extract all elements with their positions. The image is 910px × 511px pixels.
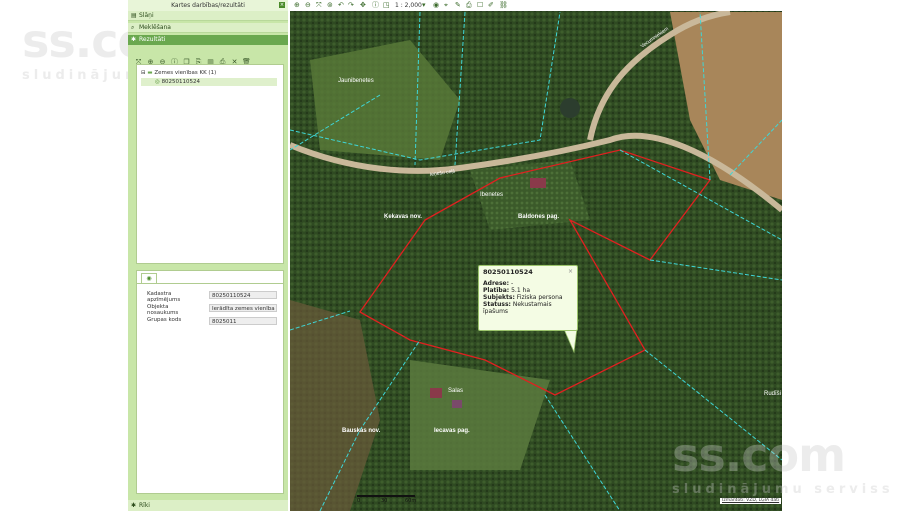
chevron-down-icon[interactable]: ▾ [422,1,426,10]
map-label: Rudīši [764,391,781,397]
tools-bar[interactable]: ✱ Rīki [128,500,288,511]
info-label: Kadastra apzīmējums [147,291,181,303]
scale-bar-label: 60m [405,498,417,504]
map-label: Jaunibenetes [338,78,374,84]
popup-label: Adrese: [483,280,510,287]
close-icon[interactable]: × [568,268,573,276]
building [530,178,546,188]
results-panel: Kartes darbības/rezultāti × ▤ Slāņi ⌕ Me… [128,0,288,511]
select-icon[interactable]: ◳ [383,1,390,10]
check-circle-icon: ◎ [155,79,160,85]
info-value: 80250110524 [209,291,277,299]
print-icon[interactable]: ⎙ [466,1,472,10]
accordion-layers[interactable]: ▤ Slāņi [128,11,288,21]
scale-select[interactable]: 1 : 2,000 [395,1,422,10]
info-icon[interactable]: ⓘ [372,1,379,10]
popup-value: - [510,280,514,287]
map-label: Ibenetes [480,192,503,198]
pond [560,98,580,118]
tree-item[interactable]: ◎ 80250110524 [141,78,277,86]
link-icon[interactable]: ⛓ [499,1,508,10]
map-toolbar: ⊕ ⊖ ⤧ ⊚ ↶ ↷ ✥ ⓘ ◳ 1 : 2,000 ▾ ◉ ⌖ ✎ ⎙ ☐ … [290,0,782,11]
scale-bar-label: 0 [357,498,361,504]
accordion-label: Slāņi [139,12,154,19]
popup-title: 80250110524 [483,268,533,276]
tree-item-label: 80250110524 [161,79,201,85]
tree-group-label: Zemes vienības KK (1) [154,70,217,76]
layers-icon: ▤ [131,12,137,19]
undo-icon[interactable]: ↶ [338,1,344,10]
search-icon: ⌕ [131,24,135,31]
parcel-popup: 80250110524 × Adrese: - Platība: 5.1 ha … [478,265,578,331]
accordion-label: Rezultāti [139,36,166,43]
building [430,388,442,398]
map-attribution[interactable]: Izmantoti: VZD, LĢIA dati [720,498,782,504]
pin-icon: ✱ [131,502,137,509]
map-label: Baldones pag. [518,214,559,220]
info-label: Grupas kods [147,317,182,323]
map-view[interactable]: ⊕ ⊖ ⤧ ⊚ ↶ ↷ ✥ ⓘ ◳ 1 : 2,000 ▾ ◉ ⌖ ✎ ⎙ ☐ … [290,0,782,511]
accordion-results[interactable]: ✱ Rezultāti [128,35,288,45]
map-canvas[interactable]: Jaunibenetes Ibenetes Ķekavas nov. Baldo… [290,0,782,511]
zoom-in-icon[interactable]: ⊕ [294,1,300,10]
popup-value: 5.1 ha [511,287,531,294]
popup-value: Fiziska persona [516,294,563,301]
accordion-label: Meklēšana [139,24,171,31]
popup-line: Statuss: Nekustamais īpašums [483,301,573,315]
collapse-icon[interactable]: ⊟ [141,70,146,76]
bookmark-icon[interactable]: ☐ [477,1,483,10]
scale-bar-line [357,495,415,497]
accordion-search[interactable]: ⌕ Meklēšana [128,23,288,33]
popup-label: Platība: [483,287,510,294]
info-tab-icon: ◉ [146,275,152,282]
redo-icon[interactable]: ↷ [348,1,354,10]
building [452,400,462,408]
panel-title: Kartes darbības/rezultāti [128,0,288,11]
zoom-out-icon[interactable]: ⊖ [305,1,311,10]
scale-bar: 0 30 60m [357,495,417,504]
folder-icon: ▬ [147,70,153,76]
tree-group[interactable]: ⊟ ▬ Zemes vienības KK (1) [141,69,216,77]
map-label: Ķekavas nov. [384,214,422,220]
results-toolbar: ⤧ ⊕ ⊖ ⓘ ❐ ⎘ ▥ ⎙ ✕ 🗑 [134,49,254,66]
map-label: Bauskas nov. [342,428,381,434]
info-value: Ierādīta zemes vienība [209,304,277,312]
map-label: Salas [448,388,463,394]
measure-icon[interactable]: ⌖ [444,1,448,10]
pin-icon: ✱ [131,36,137,43]
draw-icon[interactable]: ✎ [455,1,461,10]
zoom-previous-icon[interactable]: ⊚ [327,1,333,10]
results-tree: ⊟ ▬ Zemes vienības KK (1) ◎ 80250110524 [136,64,284,264]
popup-label: Subjekts: [483,294,515,301]
divider [137,283,283,284]
info-panel: ◉ Kadastra apzīmējums 80250110524 Objekt… [136,270,284,494]
pan-icon[interactable]: ✥ [360,1,366,10]
globe-icon[interactable]: ◉ [433,1,439,10]
scale-bar-label: 30 [381,498,388,504]
zoom-extent-icon[interactable]: ⤧ [316,1,322,10]
edit-icon[interactable]: ✐ [488,1,494,10]
map-label: Iecavas pag. [434,428,470,434]
close-icon[interactable]: × [279,2,285,8]
tools-label: Rīki [139,502,150,509]
info-label: Objekta nosaukums [147,304,179,316]
info-value: 8025011 [209,317,277,325]
